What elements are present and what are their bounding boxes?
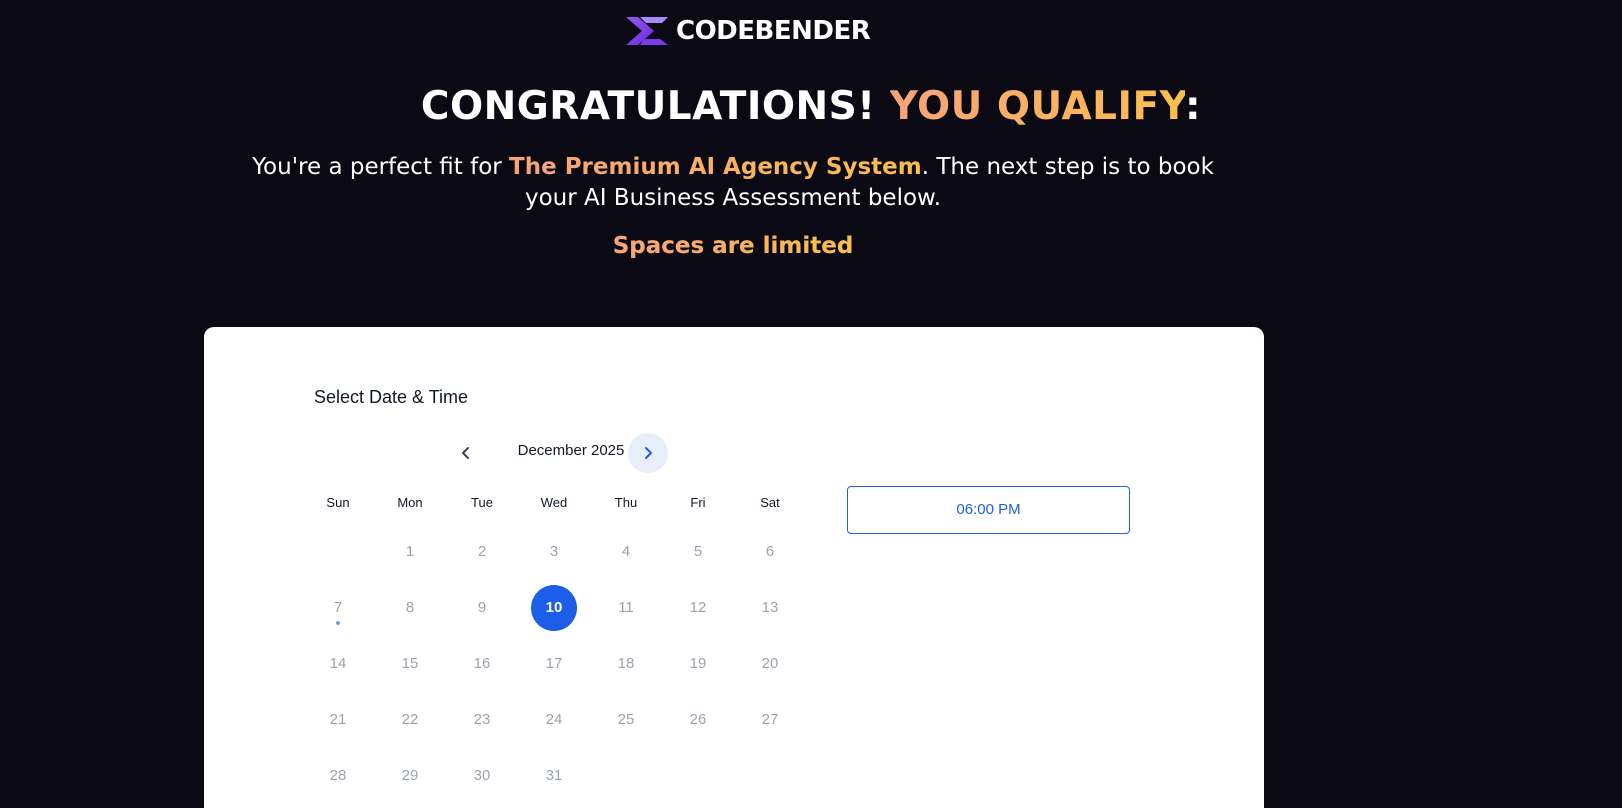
calendar-day: 15	[401, 655, 419, 672]
logo-text: CODEBENDER	[676, 16, 871, 46]
calendar-day: 29	[401, 767, 419, 784]
calendar-day: 23	[473, 711, 491, 728]
month-navigation: December 2025	[444, 431, 694, 475]
title-accent: YOU QUALIFY	[889, 84, 1186, 129]
weekday-fri: Fri	[690, 495, 706, 510]
calendar-day: 18	[617, 655, 635, 672]
weekday-thu: Thu	[614, 495, 638, 510]
calendar-day: 11	[618, 599, 634, 616]
calendar-day-selected[interactable]: 10	[531, 585, 577, 631]
calendar-day: 27	[761, 711, 779, 728]
weekday-tue: Tue	[471, 495, 493, 510]
prev-month-button[interactable]	[446, 433, 486, 473]
subtitle-highlight: The Premium AI Agency System	[509, 154, 922, 180]
calendar-day: 24	[545, 711, 563, 728]
page: CODEBENDER CONGRATULATIONS! YOU QUALIFY:…	[0, 0, 1622, 808]
time-slot-button[interactable]: 06:00 PM	[847, 486, 1130, 534]
weekday-wed: Wed	[540, 495, 568, 510]
calendar-day: 30	[473, 767, 491, 784]
calendar-day: 5	[693, 543, 703, 560]
logo-mark-icon	[626, 17, 668, 45]
booking-card: Select Date & Time December 2025 Sun Mon…	[204, 327, 1264, 808]
calendar-day: 17	[545, 655, 563, 672]
calendar-day: 8	[405, 599, 415, 616]
calendar-day: 14	[329, 655, 347, 672]
calendar-day: 26	[689, 711, 707, 728]
limited-notice: Spaces are limited	[0, 233, 1466, 259]
page-title: CONGRATULATIONS! YOU QUALIFY:	[78, 84, 1544, 129]
title-main: CONGRATULATIONS!	[420, 84, 876, 129]
month-label: December 2025	[517, 442, 625, 459]
chevron-right-icon	[645, 447, 652, 459]
title-suffix: :	[1185, 84, 1202, 129]
calendar-day: 9	[477, 599, 487, 616]
today-indicator	[336, 621, 340, 625]
calendar-day: 22	[401, 711, 419, 728]
subtitle-prefix: You're a perfect fit for	[252, 154, 510, 180]
calendar-day: 12	[689, 599, 707, 616]
subtitle: You're a perfect fit for The Premium AI …	[240, 152, 1226, 214]
weekday-sun: Sun	[326, 495, 350, 510]
calendar-day: 19	[689, 655, 707, 672]
calendar-day: 16	[473, 655, 491, 672]
codebender-logo: CODEBENDER	[624, 12, 871, 50]
weekday-mon: Mon	[397, 495, 423, 510]
calendar-day-today: 7	[315, 585, 361, 631]
calendar-day: 28	[329, 767, 347, 784]
limited-text: Spaces are limited	[612, 233, 854, 259]
calendar-day: 6	[765, 543, 775, 560]
calendar-day: 31	[545, 767, 563, 784]
weekday-sat: Sat	[760, 495, 780, 510]
next-month-button[interactable]	[628, 433, 668, 473]
calendar-day: 1	[405, 543, 415, 560]
chevron-left-icon	[462, 447, 469, 459]
booking-title: Select Date & Time	[314, 387, 469, 407]
calendar-day: 20	[761, 655, 779, 672]
calendar-day: 13	[761, 599, 779, 616]
calendar-day: 3	[549, 543, 559, 560]
calendar-day: 25	[617, 711, 635, 728]
calendar-day: 21	[329, 711, 347, 728]
calendar-day: 4	[621, 543, 631, 560]
calendar-day: 2	[477, 543, 487, 560]
